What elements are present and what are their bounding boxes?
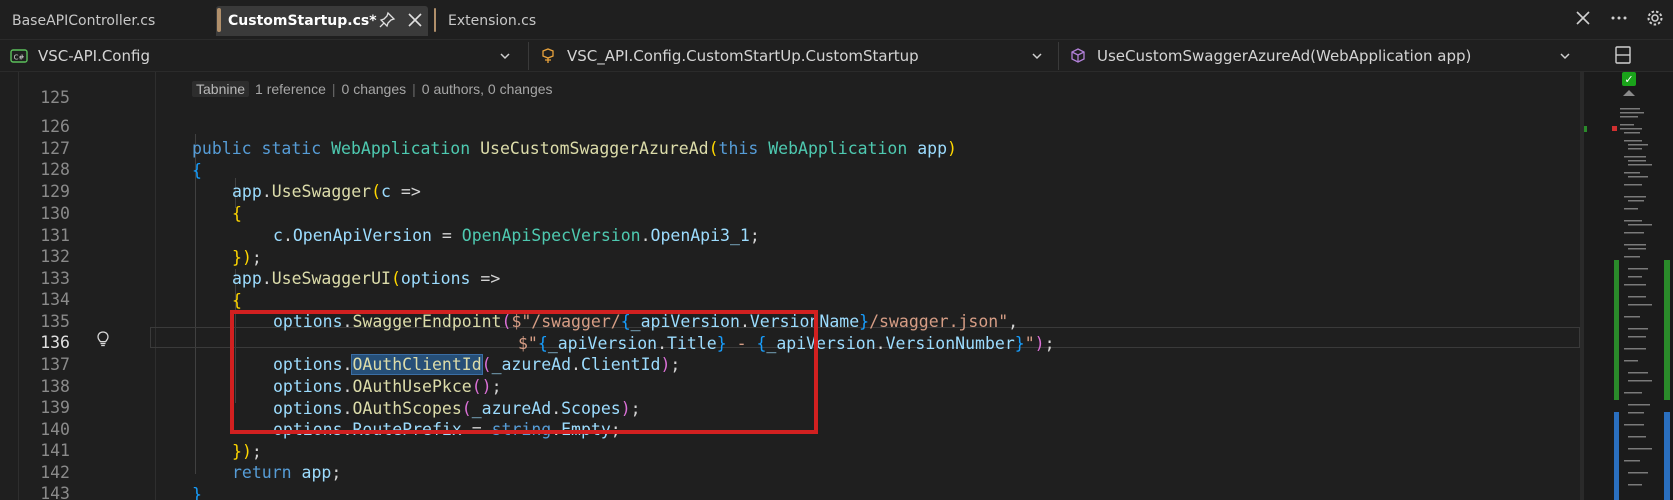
more-icon[interactable] <box>1609 8 1629 28</box>
code-line: 135 $"{_apiVersion.Title} - {_apiVersion… <box>0 288 1580 354</box>
split-editor-icon[interactable] <box>1612 44 1634 66</box>
code-line: 127 { <box>0 115 1580 181</box>
highlight-annotation-box <box>230 310 818 434</box>
gear-icon[interactable] <box>1645 8 1665 28</box>
code-line: 129 { <box>0 158 1580 224</box>
code-line: 143 <box>0 460 1580 500</box>
code-line: 142 } <box>0 439 1580 500</box>
chevron-down-icon <box>1558 49 1572 63</box>
code-line: 130 c.OpenApiVersion = OpenApiSpecVersio… <box>0 180 1580 246</box>
code-line: 133 { <box>0 245 1580 311</box>
project-name: VSC-API.Config <box>38 47 150 65</box>
csharp-project-icon: C# <box>10 47 28 65</box>
close-icon[interactable] <box>1573 8 1593 28</box>
method-icon <box>1069 47 1087 65</box>
class-icon <box>539 47 557 65</box>
code-line: 132 app.UseSwaggerUI(options => <box>0 223 1580 289</box>
tab-label: CustomStartup.cs* <box>228 13 377 29</box>
chevron-down-icon <box>1030 49 1044 63</box>
close-icon[interactable] <box>406 11 424 29</box>
minimap-preview <box>1584 108 1670 500</box>
svg-text:C#: C# <box>14 54 25 62</box>
code-line: 131 }); <box>0 202 1580 268</box>
chevron-down-icon <box>498 49 512 63</box>
code-line: 126 public static WebApplication UseCust… <box>0 93 1580 159</box>
tab-accent <box>434 8 436 32</box>
tab-accent <box>217 8 221 32</box>
tab-label: BaseAPIController.cs <box>12 13 156 29</box>
code-line: 128 app.UseSwagger(c => <box>0 136 1580 202</box>
line-number: 143 <box>40 483 70 500</box>
code-editor[interactable]: 125 Tabnine 1 reference | 0 changes | 0 … <box>0 72 1580 500</box>
code-line: 134 options.SwaggerEndpoint($"/swagger/{… <box>0 266 1580 332</box>
tab-label: Extension.cs <box>448 13 537 29</box>
tab-bar-actions <box>1573 8 1673 28</box>
tab-extension[interactable]: Extension.cs <box>434 6 556 36</box>
tab-base-api-controller[interactable]: BaseAPIController.cs <box>0 6 214 36</box>
member-name: UseCustomSwaggerAzureAd(WebApplication a… <box>1097 47 1472 65</box>
pin-icon[interactable] <box>378 11 396 29</box>
class-name: VSC_API.Config.CustomStartUp.CustomStart… <box>567 47 919 65</box>
tab-bar: BaseAPIController.cs CustomStartup.cs* E… <box>0 0 1673 40</box>
minimap[interactable]: ✓ <box>1584 72 1673 500</box>
code-text: } <box>192 485 202 500</box>
tab-custom-startup[interactable]: CustomStartup.cs* <box>216 6 428 36</box>
